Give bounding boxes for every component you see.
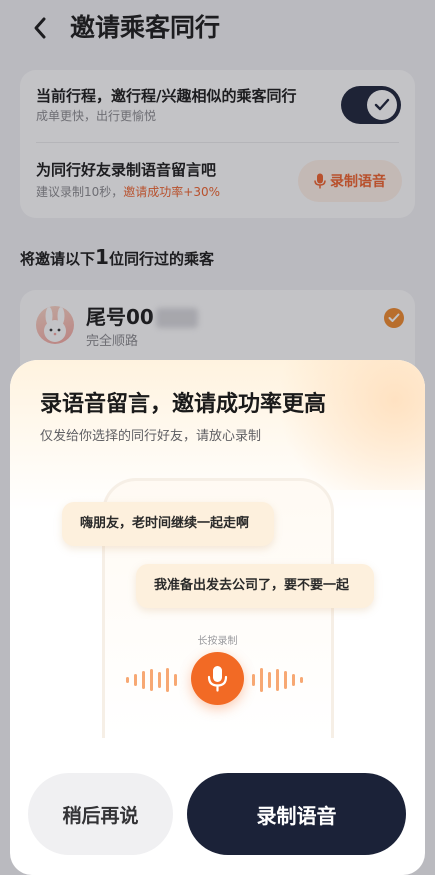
voice-message-sheet: 录语音留言，邀请成功率更高 仅发给你选择的同行好友，请放心录制 嗨朋友，老时间继… (10, 360, 425, 875)
microphone-icon (207, 666, 228, 692)
waveform-right (252, 666, 303, 694)
sheet-glow (255, 360, 425, 490)
waveform-left (126, 666, 177, 694)
sheet-subtitle: 仅发给你选择的同行好友，请放心录制 (40, 429, 262, 444)
sample-message-bubble: 我准备出发去公司了，要不要一起 (136, 564, 374, 608)
record-voice-button[interactable]: 录制语音 (187, 773, 406, 855)
hold-to-record-hint: 长按录制 (197, 636, 238, 647)
sample-message-bubble: 嗨朋友，老时间继续一起走啊 (62, 502, 274, 546)
sheet-title: 录语音留言，邀请成功率更高 (40, 392, 327, 417)
later-button[interactable]: 稍后再说 (28, 773, 173, 855)
hold-to-record-button[interactable] (191, 652, 244, 705)
